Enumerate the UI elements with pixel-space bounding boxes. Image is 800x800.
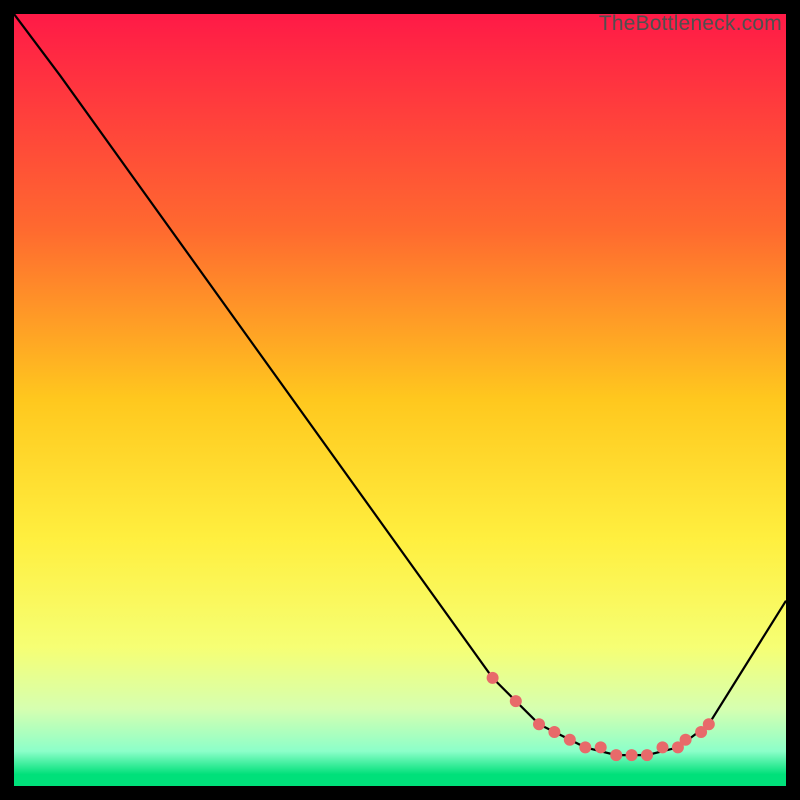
chart-background [14, 14, 786, 786]
watermark-text: TheBottleneck.com [599, 12, 782, 36]
curve-dot [533, 718, 545, 730]
curve-dot [564, 734, 576, 746]
chart-frame: TheBottleneck.com [14, 14, 786, 786]
curve-dot [579, 741, 591, 753]
curve-dot [703, 718, 715, 730]
curve-dot [510, 695, 522, 707]
chart-svg [14, 14, 786, 786]
curve-dot [610, 749, 622, 761]
curve-dot [548, 726, 560, 738]
curve-dot [487, 672, 499, 684]
curve-dot [641, 749, 653, 761]
curve-dot [657, 741, 669, 753]
curve-dot [626, 749, 638, 761]
curve-dot [680, 734, 692, 746]
curve-dot [595, 741, 607, 753]
